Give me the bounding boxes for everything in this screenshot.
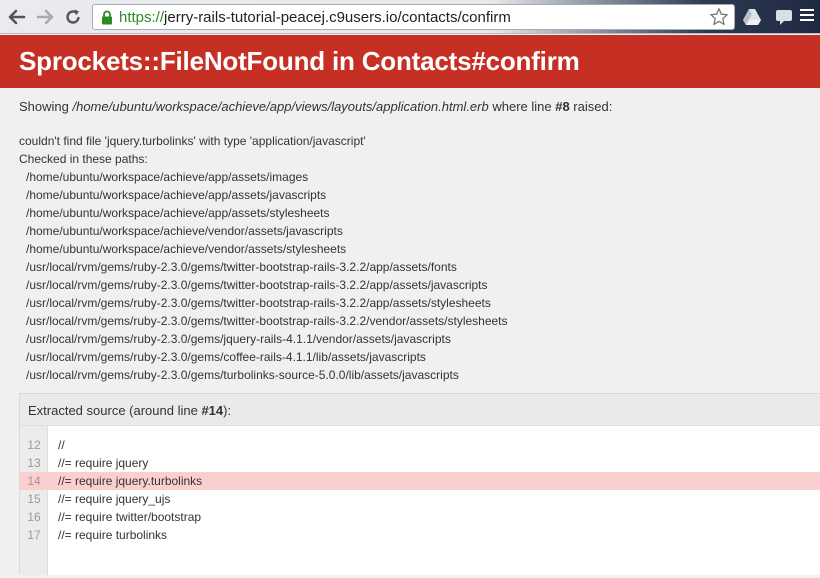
menu-icon[interactable] [800,9,814,23]
checked-path: /usr/local/rvm/gems/ruby-2.3.0/gems/twit… [26,278,488,292]
line-number: 16 [27,510,41,524]
source-title-prefix: Extracted source (around line [28,403,202,418]
showing-line: Showing /home/ubuntu/workspace/achieve/a… [19,99,612,114]
line-code: //= require jquery.turbolinks [58,474,203,488]
browser-toolbar: https://jerry-rails-tutorial-peacej.c9us… [0,0,820,34]
line-code: //= require jquery_ujs [58,492,171,506]
checked-path: /usr/local/rvm/gems/ruby-2.3.0/gems/coff… [26,350,426,364]
chat-icon[interactable] [774,7,794,27]
extracted-source: Extracted source (around line #14): 12 //… [19,393,820,575]
source-title-line: #14 [201,403,224,418]
line-code: // [58,438,65,452]
source-line: 12 // [20,436,820,454]
line-number: 15 [27,492,41,506]
line-code: //= require twitter/bootstrap [58,510,202,524]
checked-path: /usr/local/rvm/gems/ruby-2.3.0/gems/turb… [26,368,459,382]
source-line: 17 //= require turbolinks [20,526,820,544]
line-number: 12 [27,438,41,452]
checked-path: /usr/local/rvm/gems/ruby-2.3.0/gems/twit… [26,260,457,274]
source-line: 13 //= require jquery [20,454,820,472]
error-header: Sprockets::FileNotFound in Contacts#conf… [0,35,820,88]
showing-middle: where line [488,99,556,114]
source-title-suffix: ): [223,403,232,418]
template-path: /home/ubuntu/workspace/achieve/app/views… [72,99,489,114]
checked-path: /home/ubuntu/workspace/achieve/vendor/as… [26,242,347,256]
checked-paths-label: Checked in these paths: [19,152,148,166]
source-line: 16 //= require twitter/bootstrap [20,508,820,526]
address-bar[interactable]: https://jerry-rails-tutorial-peacej.c9us… [92,4,735,30]
showing-prefix: Showing [19,99,73,114]
error-title: Sprockets::FileNotFound in Contacts#conf… [19,46,580,76]
checked-path: /usr/local/rvm/gems/ruby-2.3.0/gems/twit… [26,314,508,328]
url-text: https://jerry-rails-tutorial-peacej.c9us… [119,9,511,26]
checked-path: /home/ubuntu/workspace/achieve/app/asset… [26,206,330,220]
drive-icon[interactable] [742,7,762,27]
lock-icon [99,8,115,26]
reload-icon[interactable] [62,6,84,28]
line-code: //= require jquery [58,456,149,470]
line-code: //= require turbolinks [58,528,168,542]
line-number: 14 [20,472,48,490]
error-line-number: #8 [555,99,570,114]
error-message: couldn't find file 'jquery.turbolinks' w… [19,134,366,148]
forward-arrow-icon[interactable] [34,6,56,28]
checked-path: /home/ubuntu/workspace/achieve/vendor/as… [26,224,343,238]
checked-path: /usr/local/rvm/gems/ruby-2.3.0/gems/jque… [26,332,451,346]
checked-path: /usr/local/rvm/gems/ruby-2.3.0/gems/twit… [26,296,491,310]
star-icon[interactable] [709,7,729,27]
showing-suffix: raised: [569,99,613,114]
error-message-block: couldn't find file 'jquery.turbolinks' w… [19,132,508,384]
line-number: 17 [27,528,41,542]
url-host-path: jerry-rails-tutorial-peacej.c9users.io/c… [164,8,511,26]
error-content: Showing /home/ubuntu/workspace/achieve/a… [0,88,820,578]
checked-path: /home/ubuntu/workspace/achieve/app/asset… [26,170,309,184]
extracted-source-title: Extracted source (around line #14): [20,394,820,426]
source-line-highlighted: 14 //= require jquery.turbolinks [20,472,820,490]
url-scheme: https:// [119,8,165,26]
back-arrow-icon[interactable] [6,6,28,28]
source-code: 12 // 13 //= require jquery 14 //= require … [20,426,820,575]
checked-path: /home/ubuntu/workspace/achieve/app/asset… [26,188,327,202]
line-number: 13 [27,456,41,470]
source-line: 15 //= require jquery_ujs [20,490,820,508]
